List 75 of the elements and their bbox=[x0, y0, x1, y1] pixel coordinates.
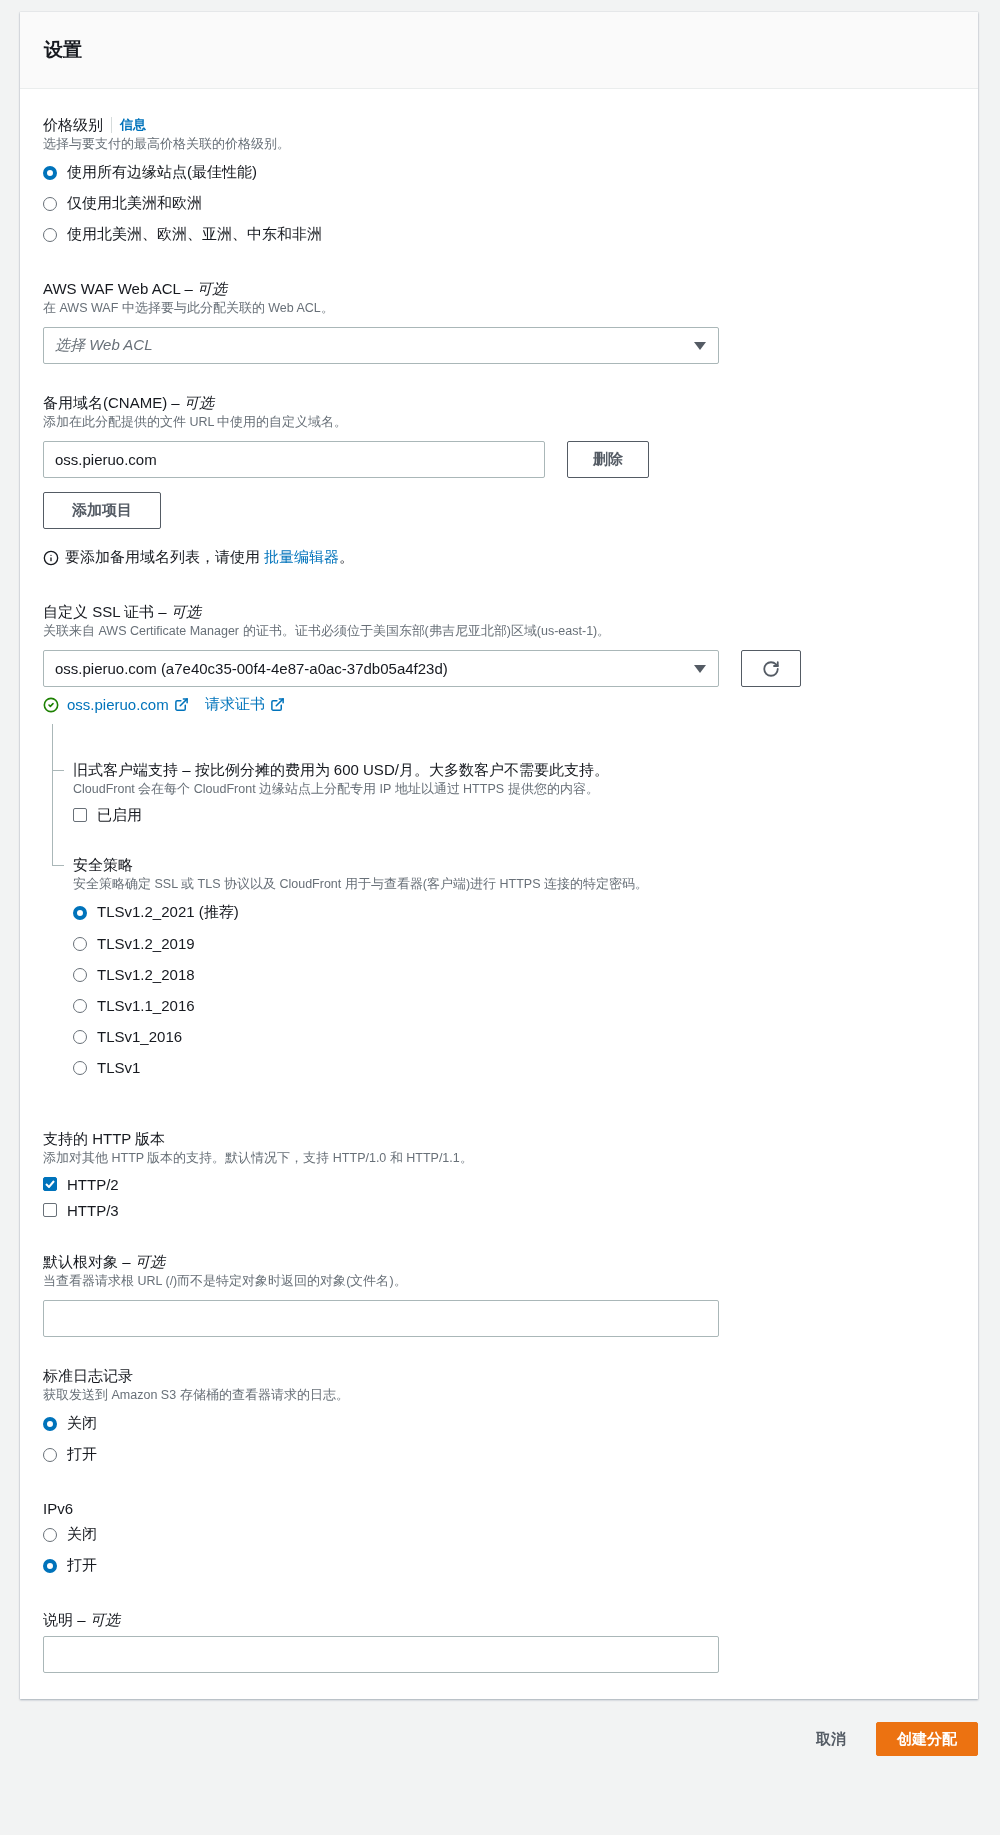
option-label: TLSv1.1_2016 bbox=[97, 997, 195, 1014]
option-label: TLSv1 bbox=[97, 1059, 141, 1076]
radio-button[interactable] bbox=[43, 1558, 57, 1573]
option-label: TLSv1_2016 bbox=[97, 1028, 183, 1045]
radio-button[interactable] bbox=[43, 165, 57, 180]
option-label: 关闭 bbox=[67, 1525, 97, 1544]
option-label: TLSv1.2_2019 bbox=[97, 935, 195, 952]
select-field[interactable]: 选择 Web ACL bbox=[43, 327, 719, 364]
field-label: 安全策略 bbox=[73, 855, 133, 875]
field-label: 自定义 SSL 证书 – 可选 bbox=[43, 602, 201, 622]
radio-button[interactable] bbox=[73, 1029, 87, 1044]
cancel-button[interactable]: 取消 bbox=[810, 1728, 852, 1750]
external-link-icon bbox=[269, 697, 285, 712]
option-label: TLSv1.2_2018 bbox=[97, 966, 195, 983]
field-label: 说明 – 可选 bbox=[43, 1610, 120, 1630]
refresh-icon bbox=[762, 659, 780, 678]
certificate-link[interactable]: oss.pieruo.com bbox=[67, 696, 189, 713]
create-button[interactable]: 创建分配 bbox=[876, 1722, 978, 1756]
input-field[interactable] bbox=[43, 1300, 719, 1337]
option-label: 仅使用北美洲和欧洲 bbox=[67, 194, 202, 213]
radio-button[interactable] bbox=[43, 1447, 57, 1462]
field-description: 关联来自 AWS Certificate Manager 的证书。证书必须位于美国东部(弗吉尼亚北部)区域(us-east-1)。 bbox=[43, 623, 612, 640]
option-label: HTTP/2 bbox=[67, 1175, 119, 1193]
checkbox[interactable] bbox=[73, 808, 87, 822]
option-label: 关闭 bbox=[67, 1414, 97, 1433]
radio-button[interactable] bbox=[43, 1527, 57, 1542]
option-label: TLSv1.2_2021 (推荐) bbox=[97, 903, 239, 922]
field-label: 标准日志记录 bbox=[43, 1366, 133, 1386]
select-field[interactable]: oss.pieruo.com (a7e40c35-00f4-4e87-a0ac-37db05a4f23d) bbox=[43, 650, 719, 687]
caret-icon bbox=[694, 341, 706, 350]
field-label: 旧式客户端支持 – 按比例分摊的费用为 600 USD/月。大多数客户不需要此支持。 bbox=[73, 760, 609, 780]
info-icon bbox=[43, 549, 59, 566]
field-description: 在 AWS WAF 中选择要与此分配关联的 Web ACL。 bbox=[43, 300, 335, 317]
option-label: 已启用 bbox=[97, 805, 142, 825]
field-description: 选择与要支付的最高价格关联的价格级别。 bbox=[43, 136, 291, 153]
success-icon bbox=[43, 696, 59, 713]
input-field[interactable]: oss.pieruo.com bbox=[43, 441, 545, 478]
field-label: AWS WAF Web ACL – 可选 bbox=[43, 279, 227, 299]
field-label: 默认根对象 – 可选 bbox=[43, 1252, 165, 1272]
field-label: 备用域名(CNAME) – 可选 bbox=[43, 393, 214, 413]
field-description: 添加对其他 HTTP 版本的支持。默认情况下，支持 HTTP/1.0 和 HTTP/1.1。 bbox=[43, 1150, 474, 1167]
field-description: 获取发送到 Amazon S3 存储桶的查看器请求的日志。 bbox=[43, 1387, 350, 1404]
option-label: 使用所有边缘站点(最佳性能) bbox=[67, 163, 257, 182]
radio-button[interactable] bbox=[73, 967, 87, 982]
radio-button[interactable] bbox=[73, 905, 87, 920]
info-link[interactable]: 信息 bbox=[120, 116, 146, 134]
field-description: 当查看器请求根 URL (/)而不是特定对象时返回的对象(文件名)。 bbox=[43, 1273, 408, 1290]
field-description: CloudFront 会在每个 CloudFront 边缘站点上分配专用 IP 地址以通过 HTTPS 提供您的内容。 bbox=[73, 781, 600, 798]
remove-button[interactable]: 删除 bbox=[567, 441, 649, 478]
option-label: HTTP/3 bbox=[67, 1201, 119, 1219]
field-description: 安全策略确定 SSL 或 TLS 协议以及 CloudFront 用于与查看器(客户端)进行 HTTPS 连接的特定密码。 bbox=[73, 876, 649, 893]
bulk-editor-link[interactable]: 批量编辑器 bbox=[264, 548, 340, 565]
add-item-button[interactable]: 添加项目 bbox=[43, 492, 161, 529]
panel-title: 设置 bbox=[44, 38, 82, 62]
radio-button[interactable] bbox=[73, 998, 87, 1013]
radio-button[interactable] bbox=[43, 1416, 57, 1431]
option-label: 打开 bbox=[67, 1556, 97, 1575]
radio-button[interactable] bbox=[73, 1060, 87, 1075]
radio-button[interactable] bbox=[73, 936, 87, 951]
field-description: 添加在此分配提供的文件 URL 中使用的自定义域名。 bbox=[43, 414, 349, 431]
field-label: IPv6 bbox=[43, 1499, 73, 1519]
certificate-link[interactable]: 请求证书 bbox=[204, 695, 285, 714]
hint-text: 要添加备用域名列表，请使用 批量编辑器。 bbox=[65, 548, 355, 567]
radio-button[interactable] bbox=[43, 196, 57, 211]
checkbox[interactable] bbox=[43, 1177, 57, 1191]
checkbox[interactable] bbox=[43, 1203, 57, 1217]
refresh-button[interactable] bbox=[741, 650, 801, 687]
external-link-icon bbox=[173, 697, 189, 712]
caret-icon bbox=[694, 664, 706, 673]
option-label: 打开 bbox=[67, 1445, 97, 1464]
option-label: 使用北美洲、欧洲、亚洲、中东和非洲 bbox=[67, 225, 322, 244]
field-label: 支持的 HTTP 版本 bbox=[43, 1129, 166, 1149]
radio-button[interactable] bbox=[43, 227, 57, 242]
input-field[interactable] bbox=[43, 1636, 719, 1673]
field-label: 价格级别 bbox=[43, 115, 103, 135]
